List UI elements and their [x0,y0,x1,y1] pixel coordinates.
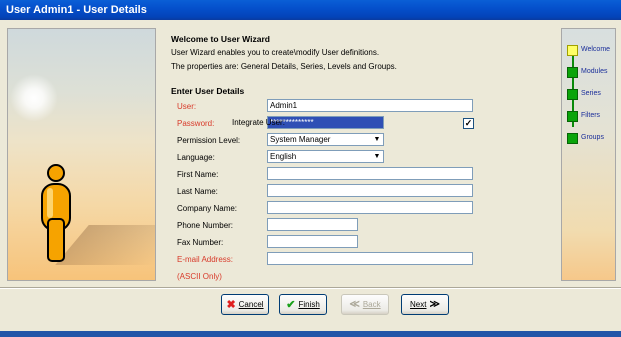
footer-divider-highlight [0,288,621,289]
current-step-icon [567,45,578,56]
password-label: Password: [177,119,215,128]
step-label: Modules [581,68,608,75]
language-value: English [270,152,297,161]
last-name-label: Last Name: [177,187,218,196]
step-modules[interactable]: Modules [567,67,621,78]
step-welcome[interactable]: Welcome [567,45,621,56]
double-right-arrow-icon: ≫ [429,299,440,310]
permission-level-label: Permission Level: [177,136,241,145]
email-input[interactable] [267,252,473,265]
chevron-down-icon[interactable]: ▼ [372,135,382,144]
window-title: User Admin1 - User Details [0,0,621,20]
green-check-icon: ✔ [286,299,296,311]
next-label: Next [410,300,427,309]
first-name-label: First Name: [177,170,219,179]
user-figure-icon [41,164,71,262]
cancel-label: Cancel [238,300,264,309]
email-label: E-mail Address: [177,255,234,264]
company-name-input[interactable] [267,201,473,214]
intro-line-1: User Wizard enables you to create\modify… [171,48,380,57]
fax-number-input[interactable] [267,235,358,248]
cancel-button[interactable]: ✖ Cancel [221,294,269,315]
step-label: Groups [581,134,604,141]
permission-level-select[interactable]: System Manager ▼ [267,133,384,146]
permission-level-value: System Manager [270,135,331,144]
user-input[interactable]: Admin1 [267,99,473,112]
step-groups[interactable]: Groups [567,133,621,144]
next-button[interactable]: Next ≫ [401,294,449,315]
step-label: Series [581,90,601,97]
user-label: User: [177,102,197,111]
first-name-input[interactable] [267,167,473,180]
wizard-steps-panel: Welcome Modules Series Filters Groups [561,28,616,281]
last-name-input[interactable] [267,184,473,197]
ascii-only-note: (ASCII Only) [177,272,222,281]
phone-number-label: Phone Number: [177,221,234,230]
window-bottom-edge [0,331,621,337]
section-title: Enter User Details [171,86,245,96]
back-label: Back [362,300,381,309]
step-icon [567,133,578,144]
finish-button[interactable]: ✔ Finish [279,294,327,315]
step-icon [567,111,578,122]
double-left-arrow-icon: ≪ [349,299,360,310]
finish-label: Finish [298,300,320,309]
wizard-illustration [7,28,156,281]
fax-number-label: Fax Number: [177,238,224,247]
step-series[interactable]: Series [567,89,621,100]
chevron-down-icon[interactable]: ▼ [372,152,382,161]
company-name-label: Company Name: [177,204,238,213]
step-icon [567,67,578,78]
step-filters[interactable]: Filters [567,111,621,122]
step-label: Filters [581,112,601,119]
integrate-user-checkbox[interactable]: ✓ [463,118,474,129]
intro-line-2: The properties are: General Details, Ser… [171,62,397,71]
language-label: Language: [177,153,215,162]
step-label: Welcome [581,46,611,53]
wizard-content: Welcome to User Wizard User Wizard enabl… [169,30,549,281]
integrate-user-label: Integrate User: [232,118,285,127]
sun-glow [10,74,58,122]
language-select[interactable]: English ▼ [267,150,384,163]
wizard-title: Welcome to User Wizard [171,34,270,44]
step-icon [567,89,578,100]
phone-number-input[interactable] [267,218,358,231]
back-button[interactable]: ≪ Back [341,294,389,315]
red-x-icon: ✖ [226,299,236,311]
